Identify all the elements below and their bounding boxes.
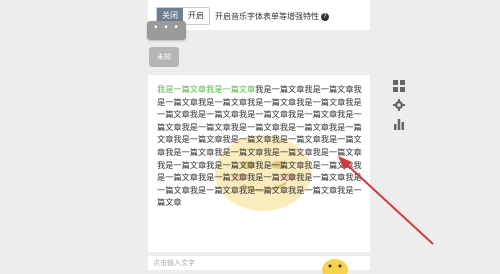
- article-text: 我是一篇文章我是一篇文章我是一篇文章我是一篇文章我是一篇文章我是一篇文章我是一篇…: [157, 83, 363, 209]
- content-panel: 我是一篇文章我是一篇文章我是一篇文章我是一篇文章我是一篇文章我是一篇文章我是一篇…: [148, 75, 370, 252]
- more-button[interactable]: • • •: [147, 21, 186, 40]
- input-placeholder: 点击输入文字: [153, 259, 195, 267]
- help-icon[interactable]: ?: [321, 12, 329, 21]
- article-body: 我是一篇文章我是一篇文章我是一篇文章我是一篇文章我是一篇文章我是一篇文章我是一篇…: [157, 84, 362, 208]
- unknown-button[interactable]: 未知: [149, 47, 179, 67]
- grid-icon[interactable]: [393, 80, 405, 92]
- toggle-on-option[interactable]: 开启: [183, 8, 209, 24]
- enhance-option-text: 开启音乐字体表单等增强特性: [215, 12, 319, 21]
- mascot-image: [322, 259, 348, 274]
- article-highlight: 我是一篇文章我是一篇文章: [157, 84, 256, 94]
- side-toolbar: [393, 80, 407, 137]
- gear-icon[interactable]: [393, 99, 405, 111]
- bar-chart-icon[interactable]: [393, 118, 405, 130]
- enhance-option-label: 开启音乐字体表单等增强特性?: [215, 11, 329, 22]
